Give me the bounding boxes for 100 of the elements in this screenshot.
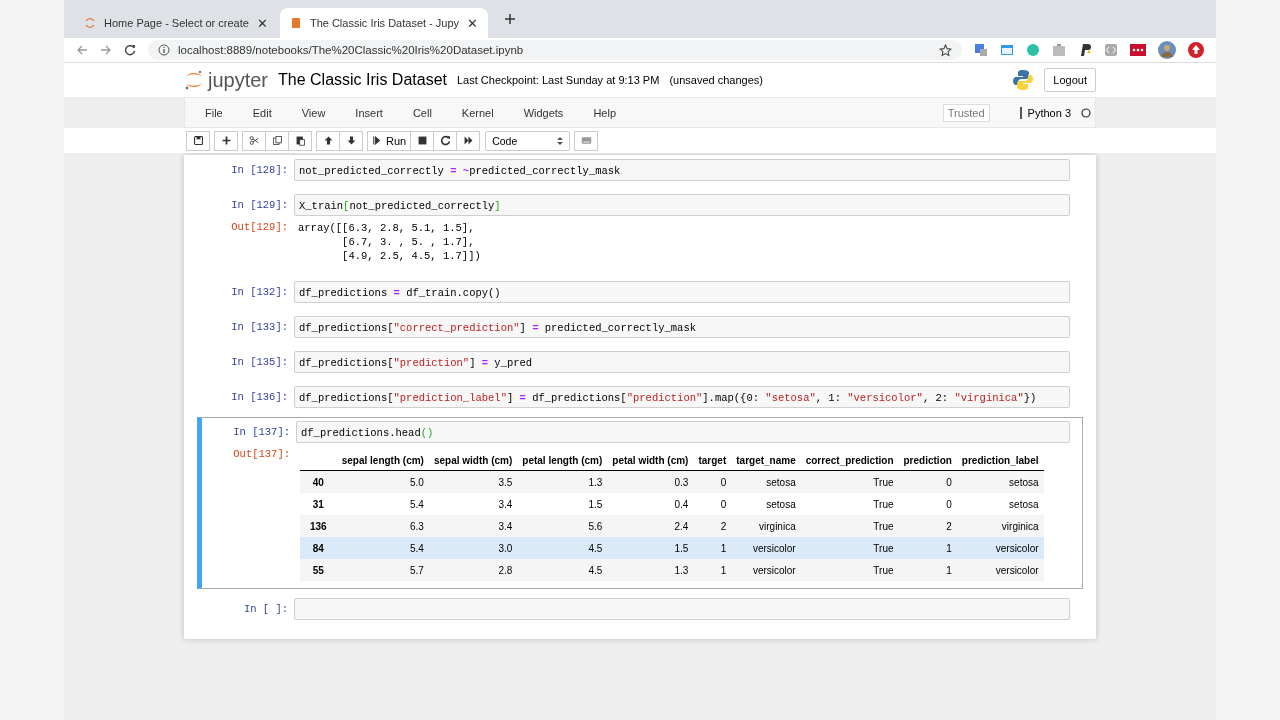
menu-item[interactable]: Help	[577, 106, 630, 119]
row-index: 31	[300, 493, 337, 515]
restart-icon	[439, 135, 451, 146]
insert-cell-button[interactable]	[214, 130, 238, 151]
column-header: sepal width (cm)	[428, 451, 518, 471]
checkpoint-text: Last Checkpoint: Last Sunday at 9:13 PM	[456, 74, 660, 86]
table-cell: setosa	[731, 470, 801, 493]
table-cell: versicolor	[956, 559, 1044, 581]
address-bar[interactable]: localhost:8889/notebooks/The%20Classic%20Iris%20Dataset.ipynb	[148, 40, 962, 60]
insert-cell-icon	[220, 135, 232, 146]
table-cell: 2.4	[607, 515, 694, 537]
copy-button[interactable]	[265, 130, 289, 151]
code-input[interactable]: df_predictions["correct_prediction"] = predicted_correctly_mask	[294, 316, 1070, 338]
input-prompt: In [136]:	[230, 390, 289, 403]
table-cell: 3.0	[428, 537, 518, 559]
move-down-button[interactable]	[339, 130, 363, 151]
row-index: 55	[300, 559, 337, 581]
browser-tab[interactable]: The Classic Iris Dataset - Jupy ✕	[279, 8, 489, 38]
menu-item[interactable]: Insert	[339, 106, 397, 119]
cell-type-dropdown[interactable]: Code	[485, 130, 571, 151]
kernel-idle-icon	[1081, 107, 1091, 118]
input-prompt: In [137]:	[232, 425, 291, 438]
menu-item[interactable]: Edit	[236, 106, 286, 119]
code-input[interactable]: df_predictions["prediction"] = y_pred	[294, 351, 1070, 373]
input-prompt: In [133]:	[230, 320, 289, 333]
table-cell: 6.3	[336, 515, 429, 537]
forward-icon	[100, 43, 112, 56]
menu-item[interactable]: Kernel	[445, 106, 508, 119]
stop-icon	[416, 135, 428, 146]
paste-button[interactable]	[288, 130, 312, 151]
table-cell: True	[800, 493, 899, 515]
upload-icon[interactable]	[1188, 42, 1204, 58]
briefcase-icon[interactable]	[1052, 43, 1066, 57]
notebook-title[interactable]: The Classic Iris Dataset	[278, 71, 447, 89]
cut-button[interactable]	[242, 130, 266, 151]
plus-icon	[504, 12, 517, 25]
run-button[interactable]: Run	[367, 130, 412, 151]
browser-tab[interactable]: Home Page - Select or create ✕	[74, 8, 278, 38]
table-cell: 0.3	[607, 470, 694, 493]
menu-item[interactable]: Widgets	[507, 106, 578, 119]
code-input[interactable]: X_train[not_predicted_correctly]	[294, 194, 1070, 216]
keyboard-button[interactable]	[574, 130, 599, 151]
code-input[interactable]: df_predictions = df_train.copy()	[294, 281, 1070, 303]
table-cell: setosa	[731, 493, 801, 515]
row-index: 84	[300, 537, 337, 559]
move-up-icon	[322, 135, 334, 146]
table-cell: 0	[693, 493, 732, 515]
column-header: prediction_label	[956, 451, 1044, 471]
column-header: petal length (cm)	[517, 451, 608, 471]
table-cell: versicolor	[731, 559, 801, 581]
save-status: (unsaved changes)	[669, 74, 763, 86]
table-cell: virginica	[731, 515, 801, 537]
tab-close-button[interactable]: ✕	[256, 15, 268, 31]
table-cell: 3.4	[428, 493, 518, 515]
stop-button[interactable]	[410, 130, 435, 151]
run-all-button[interactable]	[456, 130, 481, 151]
row-index: 40	[300, 470, 337, 493]
updown-caret-icon	[557, 135, 564, 146]
table-cell: 0.4	[607, 493, 694, 515]
avatar-icon[interactable]	[1158, 41, 1176, 59]
window-icon[interactable]	[1000, 43, 1014, 57]
info-icon	[158, 44, 170, 56]
spinner-icon	[84, 17, 96, 29]
code-input[interactable]: df_predictions.head()	[296, 421, 1070, 443]
table-cell: 1.3	[607, 559, 694, 581]
table-cell: 1.5	[607, 537, 694, 559]
translate-icon[interactable]	[974, 43, 988, 57]
table-cell: 0	[898, 493, 957, 515]
table-cell: 5.6	[517, 515, 608, 537]
move-up-button[interactable]	[316, 130, 340, 151]
row-index: 136	[300, 515, 337, 537]
table-cell: True	[800, 559, 899, 581]
column-header: correct_prediction	[800, 451, 899, 471]
restart-button[interactable]	[433, 130, 458, 151]
code-input[interactable]: not_predicted_correctly = ~predicted_correctly_mask	[294, 159, 1070, 181]
table-cell: 3.4	[428, 515, 518, 537]
step-icon	[372, 135, 383, 146]
menu-item[interactable]: Cell	[396, 106, 446, 119]
save-button[interactable]	[186, 130, 210, 151]
code-input[interactable]: df_predictions["prediction_label"] = df_predictions["prediction"].map({0: "setosa", 1: "versicolor", 2: "virginica"})	[294, 386, 1070, 408]
menu-item[interactable]: File	[189, 106, 237, 119]
dots-icon[interactable]	[1130, 43, 1146, 57]
table-cell: 5.4	[336, 537, 429, 559]
star-icon[interactable]	[939, 43, 952, 57]
logout-button[interactable]: Logout	[1044, 68, 1096, 92]
menu-item[interactable]: View	[285, 106, 340, 119]
table-cell: virginica	[956, 515, 1044, 537]
python-logo-icon	[1012, 69, 1035, 91]
input-prompt: In [135]:	[230, 355, 289, 368]
table-cell: versicolor	[956, 537, 1044, 559]
column-header: sepal length (cm)	[336, 451, 429, 471]
tab-close-button[interactable]: ✕	[467, 15, 479, 31]
cut-icon	[248, 135, 260, 146]
output-prompt: Out[129]:	[230, 220, 289, 233]
table-cell: 1.5	[517, 493, 608, 515]
code-input[interactable]	[294, 598, 1070, 620]
table-cell: setosa	[956, 493, 1044, 515]
table-cell: 5.7	[336, 559, 429, 581]
run-all-icon	[462, 135, 474, 146]
trusted-indicator[interactable]: Trusted	[942, 103, 990, 122]
